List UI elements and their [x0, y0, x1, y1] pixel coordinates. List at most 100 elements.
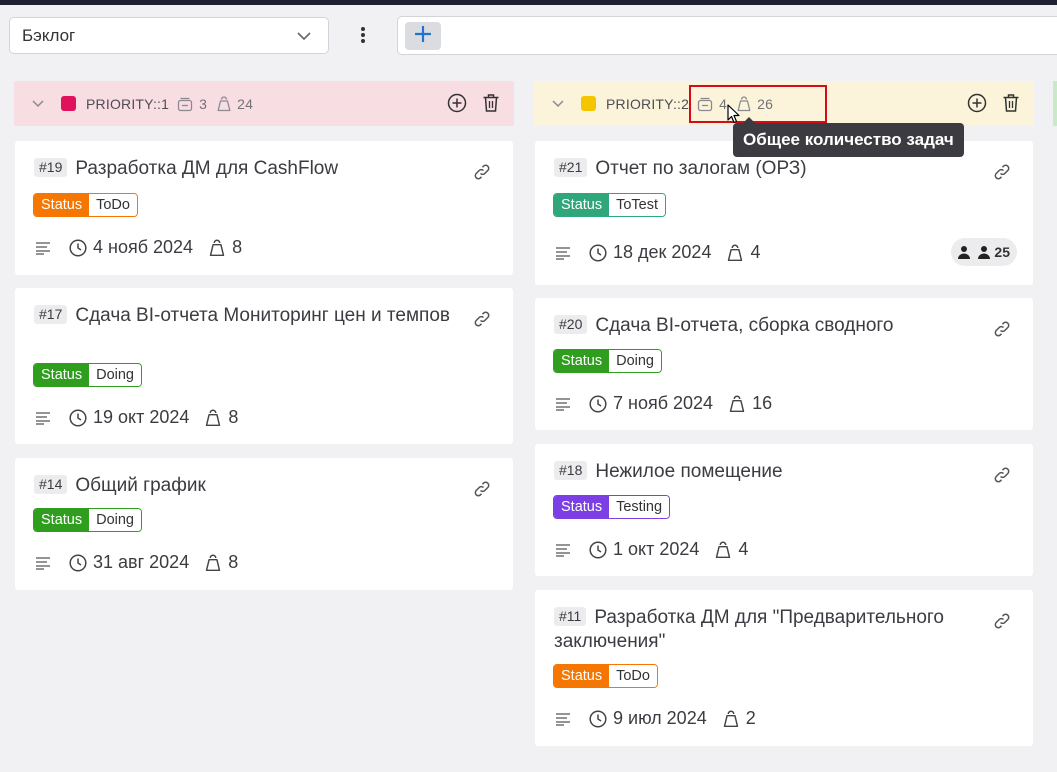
issue-title[interactable]: Сдача BI-отчета Мониторинг цен и темпов [75, 305, 450, 326]
issue-card[interactable]: #20 Сдача BI-отчета, сборка сводного Stat… [535, 298, 1033, 430]
weight-icon [715, 540, 731, 559]
link-icon[interactable] [993, 466, 1011, 489]
issue-title[interactable]: Сдача BI-отчета, сборка сводного [595, 315, 893, 336]
board-toolbar: Бэклог [0, 5, 1057, 64]
issue-meta: 9 июл 2024 2 [555, 708, 756, 729]
issue-card[interactable]: #18 Нежилое помещение Status Testing 1 окт… [535, 444, 1033, 576]
add-board-button[interactable] [405, 22, 441, 50]
issue-meta: 31 авг 2024 8 [35, 552, 238, 573]
board-column-priority-1: PRIORITY::1 3 24 [14, 81, 514, 126]
board-tabs [397, 16, 1057, 55]
issue-card[interactable]: #21 Отчет по залогам (ОРЗ) Status ToTest 1… [535, 141, 1033, 285]
issue-title[interactable]: Общий график [75, 475, 205, 496]
issue-meta: 19 окт 2024 8 [35, 407, 238, 428]
weight-total[interactable]: 24 [217, 95, 253, 112]
user-avatar-icon [954, 242, 974, 262]
issue-card[interactable]: #19 Разработка ДМ для CashFlow Status ToDo… [15, 141, 513, 275]
board-select-value: Бэклог [22, 25, 76, 45]
issue-title[interactable]: Разработка ДМ для CashFlow [75, 158, 338, 179]
description-icon [555, 543, 571, 557]
description-icon [555, 397, 571, 411]
issue-id: #19 [34, 158, 68, 177]
next-column-edge [1053, 81, 1057, 126]
trash-icon[interactable] [1002, 93, 1020, 116]
status-badge[interactable]: Status ToDo [33, 193, 138, 217]
issue-meta: 18 дек 2024 4 [555, 242, 760, 263]
status-badge[interactable]: Status Doing [33, 363, 142, 387]
status-badge[interactable]: Status Doing [553, 349, 662, 373]
weight-total[interactable]: 26 [737, 95, 773, 112]
tooltip-text: Общее количество задач [743, 130, 954, 149]
issue-weight: 4 [750, 242, 761, 262]
issue-id: #21 [554, 158, 588, 177]
link-icon[interactable] [473, 480, 491, 503]
kebab-icon[interactable] [351, 21, 375, 49]
link-icon[interactable] [993, 320, 1011, 343]
issue-card[interactable]: #11 Разработка ДМ для "Предварительного з… [535, 590, 1033, 746]
issue-id: #17 [34, 305, 68, 324]
due-date: 18 дек 2024 [613, 242, 712, 262]
description-icon [555, 246, 571, 260]
clock-icon [589, 540, 607, 559]
issue-id: #20 [554, 315, 588, 334]
due-date: 19 окт 2024 [93, 407, 190, 427]
issue-meta: 7 нояб 2024 16 [555, 393, 772, 414]
issue-title[interactable]: Нежилое помещение [595, 461, 782, 482]
weight-icon [205, 408, 221, 427]
weight-icon [723, 709, 739, 728]
due-date: 4 нояб 2024 [93, 237, 194, 257]
due-date: 7 нояб 2024 [613, 393, 714, 413]
issue-weight: 16 [752, 393, 773, 413]
weight-icon [209, 238, 225, 257]
clock-icon [69, 238, 87, 257]
link-icon[interactable] [473, 310, 491, 333]
clock-icon [589, 394, 607, 413]
plus-icon [414, 25, 432, 48]
issue-id: #11 [554, 607, 587, 626]
collapse-chevron-icon[interactable] [31, 97, 45, 111]
clock-icon [589, 243, 607, 262]
link-icon[interactable] [993, 612, 1011, 635]
weight-icon [729, 394, 745, 413]
assignees[interactable]: 25 [951, 238, 1017, 266]
column-label: PRIORITY::2 [606, 95, 690, 112]
board-column-priority-2: PRIORITY::2 4 26 [534, 81, 1034, 126]
board-select[interactable]: Бэклог [9, 17, 329, 54]
issues-stack-icon [177, 97, 193, 111]
collapse-chevron-icon[interactable] [551, 97, 565, 111]
link-icon[interactable] [993, 163, 1011, 186]
add-issue-icon[interactable] [447, 93, 467, 116]
status-badge[interactable]: Status Doing [33, 508, 142, 532]
weight-icon [217, 96, 231, 112]
issue-count[interactable]: 3 [177, 96, 207, 112]
issue-title[interactable]: Отчет по залогам (ОРЗ) [595, 158, 806, 179]
issue-id: #18 [554, 461, 588, 480]
issue-title[interactable]: Разработка ДМ для "Предварительного закл… [554, 607, 944, 652]
link-icon[interactable] [473, 163, 491, 186]
description-icon [35, 241, 51, 255]
issue-count[interactable]: 4 [697, 96, 727, 112]
issue-weight: 8 [228, 552, 239, 572]
issue-meta: 1 окт 2024 4 [555, 539, 748, 560]
mouse-cursor-icon [727, 104, 741, 129]
column-header: PRIORITY::2 4 26 [534, 81, 1034, 126]
trash-icon[interactable] [482, 93, 500, 116]
description-icon [35, 411, 51, 425]
user-avatar-icon [974, 242, 994, 262]
clock-icon [589, 709, 607, 728]
weight-icon [727, 243, 743, 262]
clock-icon [69, 553, 87, 572]
issue-card[interactable]: #14 Общий график Status Doing 31 авг 2024 … [15, 458, 513, 590]
status-badge[interactable]: Status ToDo [553, 664, 658, 688]
clock-icon [69, 408, 87, 427]
due-date: 31 авг 2024 [93, 552, 190, 572]
status-badge[interactable]: Status ToTest [553, 193, 667, 217]
tooltip: Общее количество задач [733, 117, 964, 157]
add-issue-icon[interactable] [967, 93, 987, 116]
label-color-swatch [61, 96, 76, 111]
description-icon [555, 712, 571, 726]
status-badge[interactable]: Status Testing [553, 495, 671, 519]
issue-card[interactable]: #17 Сдача BI-отчета Мониторинг цен и темп… [15, 288, 513, 444]
issue-weight: 4 [738, 539, 749, 559]
label-color-swatch [581, 96, 596, 111]
